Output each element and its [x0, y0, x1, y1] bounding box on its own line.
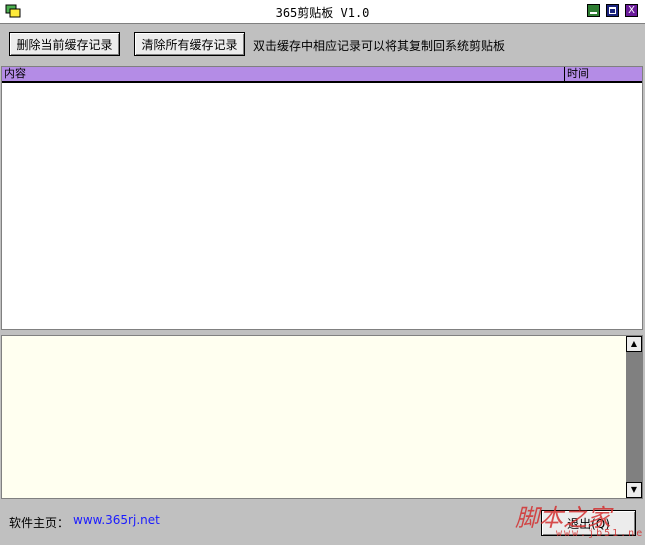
minimize-icon[interactable]	[587, 4, 600, 17]
list-header: 内容 时间	[2, 67, 642, 83]
homepage-label: 软件主页：	[9, 516, 70, 530]
watermark-url: www.jb51.net	[556, 528, 645, 539]
scroll-up-arrow-icon[interactable]: ▲	[626, 336, 642, 352]
window-title: 365剪贴板 V1.0	[275, 6, 370, 20]
title-bar[interactable]: 365剪贴板 V1.0 X	[0, 0, 645, 24]
column-header-content[interactable]: 内容	[2, 67, 565, 81]
clipboard-history-list[interactable]: 内容 时间	[1, 66, 643, 330]
clear-all-records-button[interactable]: 清除所有缓存记录	[134, 32, 245, 56]
usage-hint: 双击缓存中相应记录可以将其复制回系统剪贴板	[253, 39, 506, 53]
homepage-link[interactable]: www.365rj.net	[73, 513, 160, 527]
delete-current-record-button[interactable]: 删除当前缓存记录	[9, 32, 120, 56]
column-header-time[interactable]: 时间	[565, 67, 642, 81]
maximize-icon[interactable]	[606, 4, 619, 17]
preview-area: ▲ ▼	[1, 335, 643, 499]
scroll-down-arrow-icon[interactable]: ▼	[626, 482, 642, 498]
vertical-scrollbar[interactable]: ▲ ▼	[626, 336, 642, 498]
clipboard-text-editor[interactable]	[2, 336, 626, 498]
close-icon[interactable]: X	[625, 4, 638, 17]
